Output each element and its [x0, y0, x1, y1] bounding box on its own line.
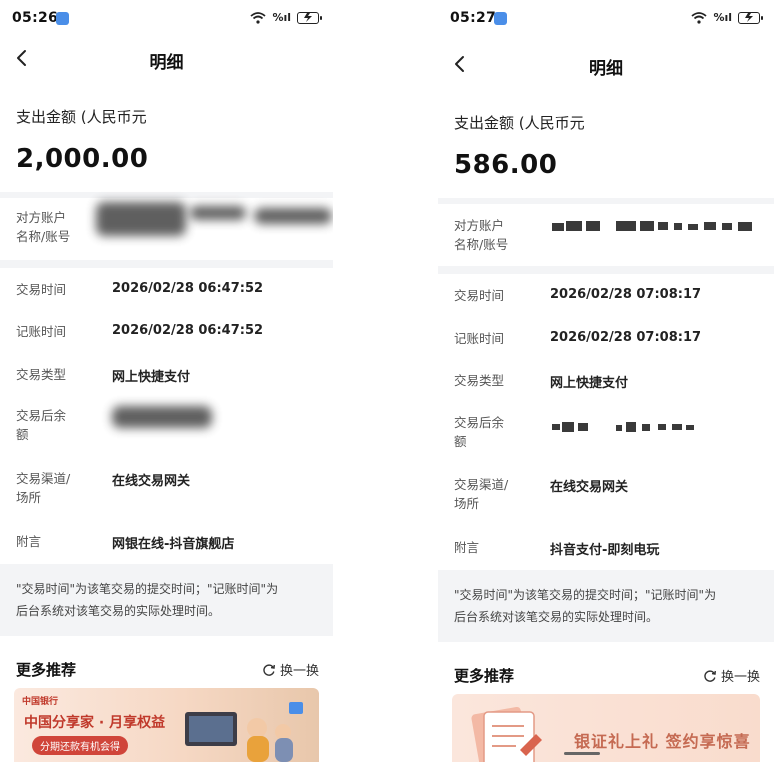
- section-divider: [0, 192, 333, 198]
- refresh-icon: [704, 669, 716, 682]
- counterparty-label: 对方账户 名称/账号: [16, 210, 71, 244]
- more-recommend-title: 更多推荐: [16, 661, 77, 679]
- banner-title: 银证礼上礼 签约享惊喜: [574, 732, 751, 751]
- section-divider: [0, 260, 333, 268]
- row-value-trade-time: 2026/02/28 07:08:17: [550, 287, 702, 302]
- promo-banner[interactable]: 中国银行 中国分享家 · 月享权益 分期还款有机会得: [14, 688, 319, 762]
- page-title: 明细: [149, 53, 184, 73]
- battery-icon: [297, 11, 322, 24]
- status-bar: 05:26 %ıl: [0, 0, 333, 36]
- row-label-balance: 交易后余 额: [454, 415, 505, 449]
- battery-icon: [738, 11, 763, 24]
- row-value-channel: 在线交易网关: [112, 474, 191, 489]
- status-time: 05:26: [12, 10, 59, 26]
- row-label-trade-type: 交易类型: [16, 367, 67, 382]
- status-bar: 05:27 %ıl: [438, 0, 774, 36]
- time-note: "交易时间"为该笔交易的提交时间；"记账时间"为 后台系统对该笔交易的实际处理时…: [438, 570, 774, 642]
- row-value-channel: 在线交易网关: [550, 480, 629, 495]
- app-notification-icon: [494, 12, 507, 25]
- amount-value: 2,000.00: [16, 144, 149, 174]
- banner-title: 中国分享家 · 月享权益: [24, 715, 166, 731]
- row-label-booking-time: 记账时间: [16, 324, 67, 339]
- row-label-channel: 交易渠道/ 场所: [454, 477, 509, 511]
- app-notification-icon: [56, 12, 69, 25]
- row-value-booking-time: 2026/02/28 07:08:17: [550, 330, 702, 345]
- row-label-channel: 交易渠道/ 场所: [16, 471, 71, 505]
- refresh-label: 换一换: [279, 664, 319, 679]
- counterparty-label: 对方账户 名称/账号: [454, 218, 509, 252]
- row-label-memo: 附言: [16, 534, 42, 549]
- row-label-trade-type: 交易类型: [454, 373, 505, 388]
- nav-bar: 明细: [0, 38, 333, 78]
- refresh-icon: [263, 663, 275, 676]
- wifi-icon: [250, 11, 267, 24]
- row-label-trade-time: 交易时间: [454, 288, 505, 303]
- status-icons: %ıl: [691, 11, 763, 24]
- row-label-memo: 附言: [454, 540, 480, 555]
- page-title: 明细: [589, 59, 623, 79]
- nav-bar: 明细: [438, 44, 774, 84]
- transaction-detail-left: 05:26 %ıl 明细 支出金额 (人民币元 2,000.00 对方账户 名称…: [0, 0, 333, 762]
- carousel-indicator: [564, 752, 600, 755]
- wifi-icon: [691, 11, 708, 24]
- row-label-balance: 交易后余 额: [16, 408, 67, 442]
- row-value-trade-type: 网上快捷支付: [112, 370, 191, 385]
- more-recommend-title: 更多推荐: [454, 667, 515, 685]
- refresh-button[interactable]: 换一换: [703, 666, 760, 685]
- row-value-booking-time: 2026/02/28 06:47:52: [112, 323, 264, 338]
- transaction-detail-right: 05:27 %ıl 明细 支出金额 (人民币元 586.00 对方账户 名称/账…: [438, 0, 774, 762]
- refresh-label: 换一换: [720, 670, 760, 685]
- signal-icon: %ıl: [713, 11, 732, 24]
- balance-redacted: [112, 406, 212, 428]
- status-icons: %ıl: [250, 11, 322, 24]
- signal-icon: %ıl: [272, 11, 291, 24]
- refresh-button[interactable]: 换一换: [262, 660, 319, 679]
- row-label-trade-time: 交易时间: [16, 282, 67, 297]
- section-divider: [438, 198, 774, 204]
- row-value-trade-type: 网上快捷支付: [550, 376, 629, 391]
- amount-value: 586.00: [454, 150, 558, 180]
- row-value-trade-time: 2026/02/28 06:47:52: [112, 281, 264, 296]
- section-divider: [438, 266, 774, 274]
- amount-label: 支出金额 (人民币元: [16, 108, 147, 126]
- row-label-booking-time: 记账时间: [454, 331, 505, 346]
- promo-banner[interactable]: 银证礼上礼 签约享惊喜: [452, 694, 760, 762]
- banner-subtitle: 分期还款有机会得: [32, 736, 128, 755]
- time-note: "交易时间"为该笔交易的提交时间；"记账时间"为 后台系统对该笔交易的实际处理时…: [0, 564, 333, 636]
- status-time: 05:27: [450, 10, 497, 26]
- document-icon: [471, 706, 542, 762]
- row-value-memo: 抖音支付-即刻电玩: [550, 543, 660, 558]
- amount-label: 支出金额 (人民币元: [454, 114, 585, 132]
- bank-logo: 中国银行: [22, 697, 59, 707]
- family-illustration-icon: [185, 702, 303, 762]
- row-value-memo: 网银在线-抖音旗舰店: [112, 537, 235, 552]
